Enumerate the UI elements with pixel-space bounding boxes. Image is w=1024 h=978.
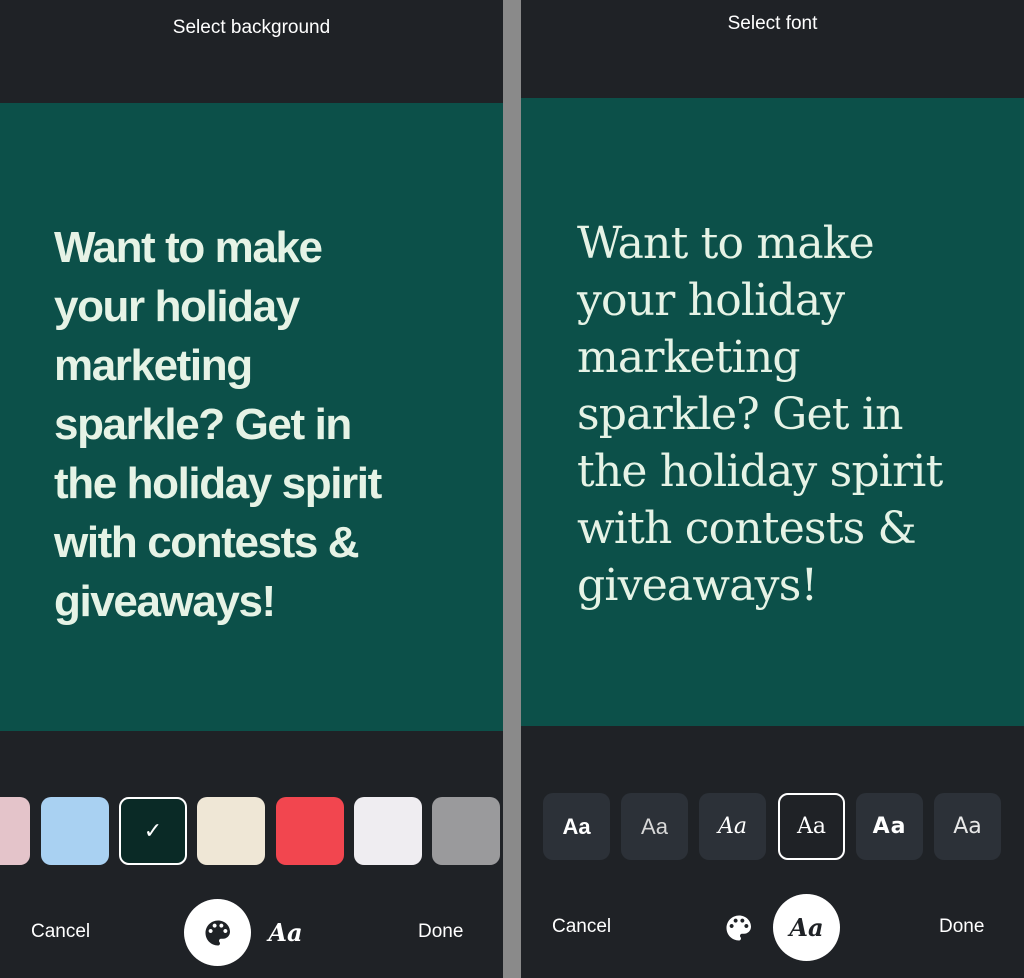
font-option-rounded-sans[interactable]: Aa [934, 793, 1001, 860]
bottom-toolbar: Cancel Aa Done [0, 893, 503, 973]
font-option-bold-sans[interactable]: Aa [543, 793, 610, 860]
font-tool-label: Aa [789, 913, 824, 942]
cancel-button[interactable]: Cancel [552, 916, 611, 938]
font-option-label: Aa [641, 813, 668, 839]
font-option-label: Aa [717, 814, 747, 839]
background-picker-panel: Select background Want to make your holi… [0, 0, 503, 978]
font-option-script[interactable]: Aa [699, 793, 766, 860]
font-option-label: Aa [872, 814, 907, 839]
font-option-label: Aa [796, 814, 826, 839]
palette-icon [205, 920, 230, 945]
post-text: Want to make your holiday marketing spar… [54, 223, 382, 626]
done-button[interactable]: Done [418, 921, 463, 943]
font-option-row: Aa Aa Aa Aa Aa Aa [521, 793, 1024, 861]
font-tool-button[interactable]: Aa [773, 894, 840, 961]
color-swatch-row: ✓ [0, 797, 503, 865]
palette-icon [726, 915, 751, 940]
swatch-light-blue[interactable] [41, 797, 109, 865]
swatch-cream[interactable] [197, 797, 265, 865]
font-tool-button[interactable]: Aa [252, 899, 319, 966]
font-option-light-sans[interactable]: Aa [621, 793, 688, 860]
post-canvas: Want to make your holiday marketing spar… [521, 98, 1024, 726]
page-title: Select background [172, 17, 331, 38]
post-text: Want to make your holiday marketing spar… [577, 218, 943, 611]
font-option-label: Aa [953, 814, 982, 839]
font-option-wide-sans[interactable]: Aa [856, 793, 923, 860]
check-icon: ✓ [143, 818, 163, 844]
post-canvas: Want to make your holiday marketing spar… [0, 103, 503, 731]
font-option-serif[interactable]: Aa [778, 793, 845, 860]
swatch-white[interactable] [354, 797, 422, 865]
background-tool-button[interactable] [184, 899, 251, 966]
swatch-pink[interactable] [0, 797, 30, 865]
bottom-toolbar: Cancel Aa Done [521, 888, 1024, 968]
background-tool-button[interactable] [705, 894, 772, 961]
page-title: Select font [727, 13, 818, 34]
font-option-label: Aa [562, 813, 591, 839]
done-button[interactable]: Done [939, 916, 984, 938]
font-tool-label: Aa [268, 918, 303, 947]
swatch-dark-green[interactable]: ✓ [119, 797, 187, 865]
swatch-red[interactable] [276, 797, 344, 865]
font-picker-panel: Select font Want to make your holiday ma… [521, 0, 1024, 978]
panel-divider [503, 0, 521, 978]
cancel-button[interactable]: Cancel [31, 921, 90, 943]
swatch-gray[interactable] [432, 797, 500, 865]
